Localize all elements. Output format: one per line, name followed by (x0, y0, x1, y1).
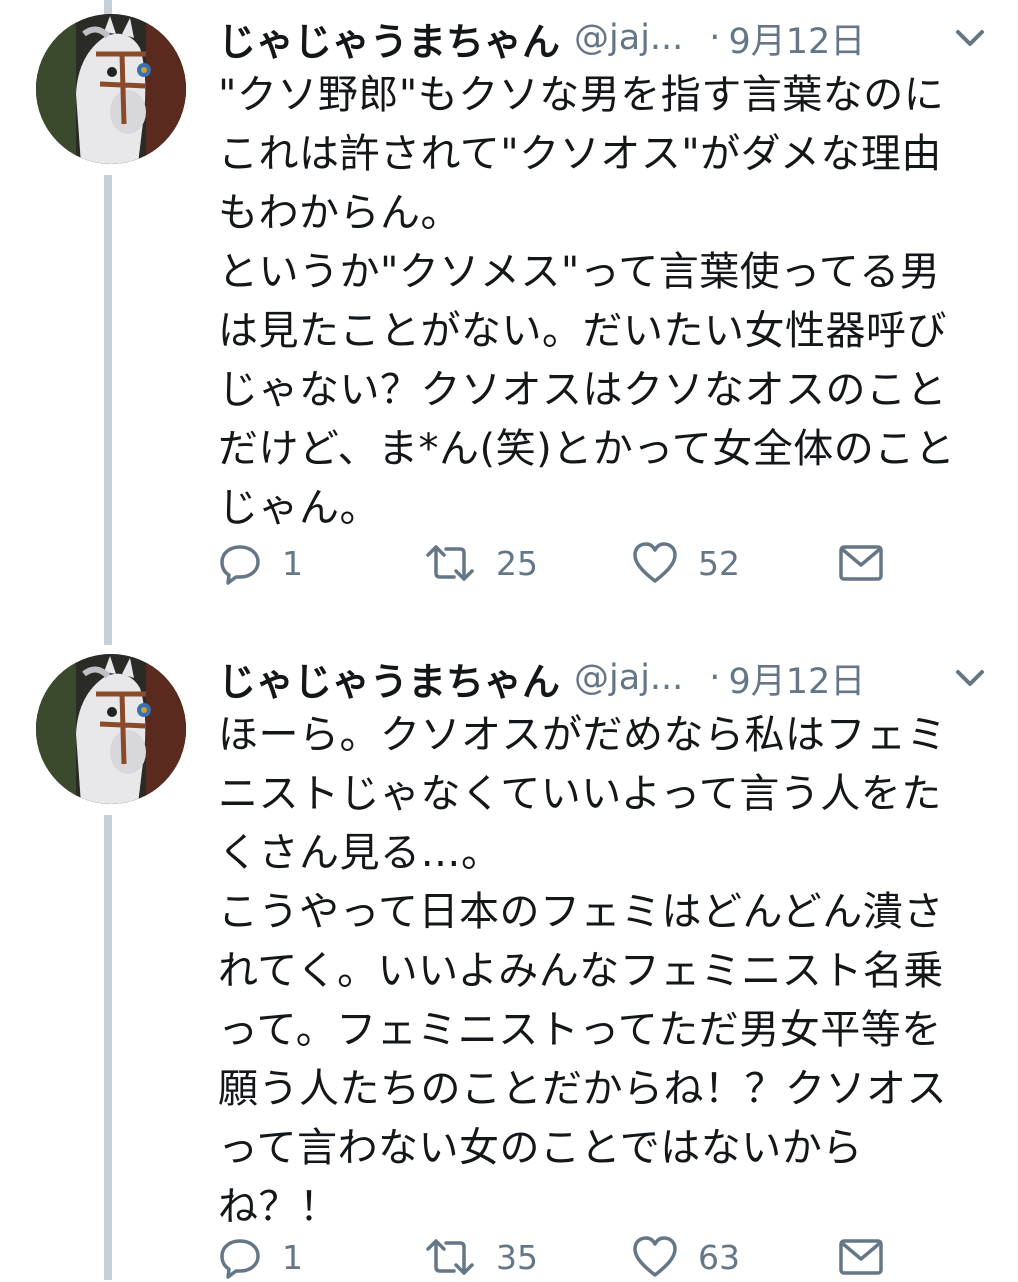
tweet-date[interactable]: 9月12日 (728, 653, 865, 704)
reply-count: 1 (282, 1237, 303, 1277)
retweet-icon (426, 545, 474, 581)
heart-icon (633, 1236, 677, 1277)
chevron-down-icon[interactable] (950, 18, 990, 58)
author-name[interactable]: じゃじゃうまちゃん (218, 11, 560, 66)
retweet-count: 35 (496, 1237, 538, 1277)
like-count: 63 (698, 1237, 740, 1277)
horse-avatar-icon (36, 14, 186, 164)
retweet-icon (426, 1239, 474, 1275)
retweet-button[interactable]: 25 (424, 538, 538, 588)
retweet-count: 25 (496, 543, 538, 583)
tweet-header: じゃじゃうまちゃん @jaj... · 9月12日 (218, 648, 865, 708)
avatar[interactable] (36, 654, 186, 804)
like-count: 52 (698, 543, 740, 583)
tweet-header: じゃじゃうまちゃん @jaj... · 9月12日 (218, 8, 865, 68)
separator-dot: · (709, 658, 721, 698)
author-handle[interactable]: @jaj... (574, 658, 683, 698)
reply-icon (220, 1239, 260, 1279)
separator-dot: · (709, 18, 721, 58)
retweet-button[interactable]: 35 (424, 1232, 538, 1282)
heart-icon (633, 542, 677, 583)
author-name[interactable]: じゃじゃうまちゃん (218, 651, 560, 706)
reply-button[interactable]: 1 (218, 1232, 303, 1282)
tweet[interactable]: じゃじゃうまちゃん @jaj... · 9月12日 ほーら。クソオスがだめなら私… (0, 640, 1018, 1280)
envelope-icon (839, 1239, 883, 1275)
tweet[interactable]: じゃじゃうまちゃん @jaj... · 9月12日 "クソ野郎"もクソな男を指す… (0, 0, 1018, 620)
envelope-icon (839, 545, 883, 581)
reply-button[interactable]: 1 (218, 538, 303, 588)
reply-icon (220, 545, 260, 585)
tweet-text: ほーら。クソオスがだめなら私はフェミ ニストじゃなくていいよって言う人をた くさ… (218, 712, 947, 1230)
direct-message-button[interactable] (838, 1232, 884, 1282)
like-button[interactable]: 63 (632, 1232, 740, 1282)
direct-message-button[interactable] (838, 538, 884, 588)
author-handle[interactable]: @jaj... (574, 18, 683, 58)
tweet-text: "クソ野郎"もクソな男を指す言葉なのに これは許されて"クソオス"がダメな理由 … (218, 72, 956, 531)
avatar[interactable] (36, 14, 186, 164)
tweet-actions: 1 35 63 (218, 1232, 918, 1282)
like-button[interactable]: 52 (632, 538, 740, 588)
tweet-actions: 1 25 52 (218, 538, 918, 588)
tweet-date[interactable]: 9月12日 (728, 13, 865, 64)
horse-avatar-icon (36, 654, 186, 804)
chevron-down-icon[interactable] (950, 658, 990, 698)
reply-count: 1 (282, 543, 303, 583)
